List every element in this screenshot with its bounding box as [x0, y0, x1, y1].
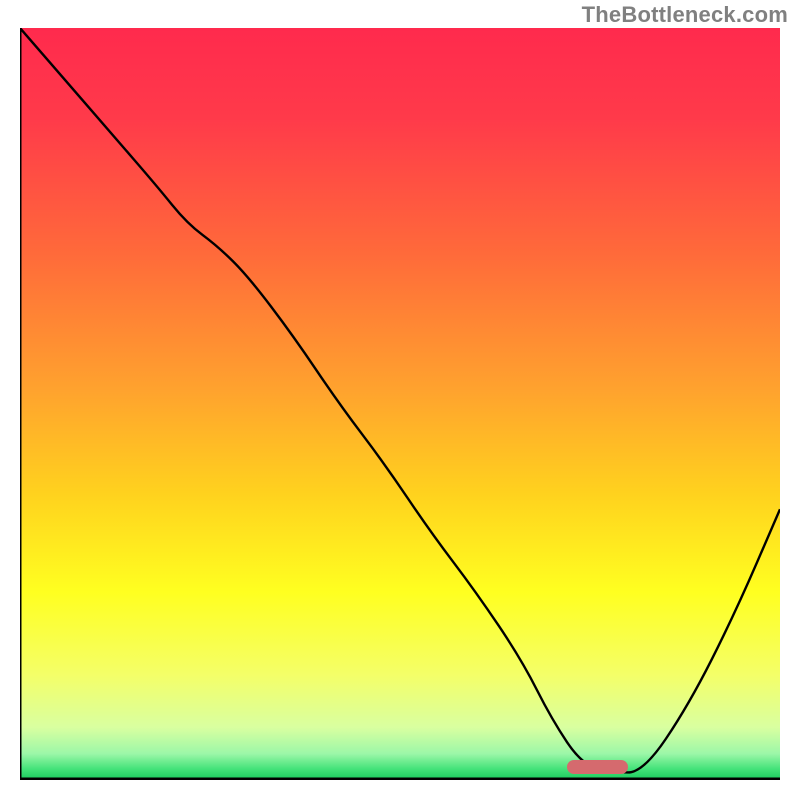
- optimal-range-marker: [567, 760, 628, 774]
- plot-area: [20, 28, 780, 780]
- watermark-text: TheBottleneck.com: [582, 2, 788, 28]
- chart-container: TheBottleneck.com: [0, 0, 800, 800]
- background-gradient: [20, 28, 780, 780]
